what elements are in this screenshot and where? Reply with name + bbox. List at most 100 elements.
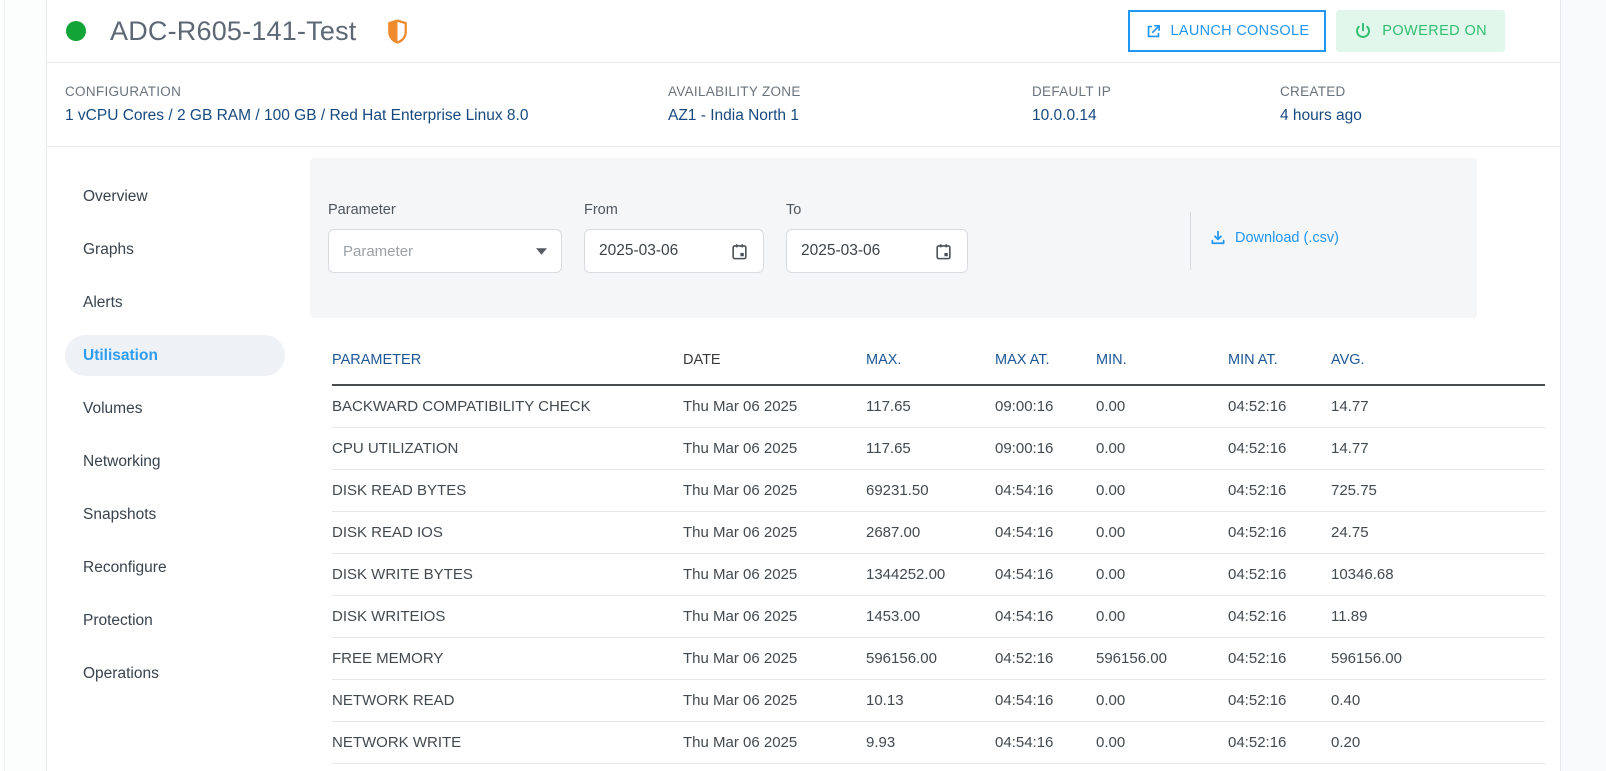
- to-date-input[interactable]: [801, 242, 901, 260]
- filter-panel: Parameter Parameter From 2025-03-06 To 2…: [310, 158, 1477, 318]
- table-cell: 04:54:16: [995, 511, 1096, 554]
- sidebar-item-label: Graphs: [83, 240, 134, 258]
- page-right-gutter: [1560, 0, 1606, 771]
- table-cell: 04:52:16: [1228, 679, 1331, 722]
- table-cell: Thu Mar 06 2025: [683, 511, 866, 554]
- parameter-select[interactable]: Parameter: [328, 229, 562, 273]
- sidebar-item-networking[interactable]: Networking: [47, 435, 310, 488]
- table-cell: 9.93: [866, 721, 995, 764]
- table-cell: Thu Mar 06 2025: [683, 679, 866, 722]
- table-cell: FREE MEMORY: [332, 637, 683, 680]
- launch-console-button[interactable]: LAUNCH CONSOLE: [1127, 10, 1327, 52]
- from-label: From: [584, 202, 618, 218]
- utilisation-pane: Parameter Parameter From 2025-03-06 To 2…: [310, 158, 1560, 764]
- table-cell: 0.00: [1096, 427, 1228, 470]
- table-cell: 0.40: [1331, 679, 1545, 722]
- sidebar-item-label: Snapshots: [83, 505, 157, 523]
- sidebar-nav: Overview Graphs Alerts Utilisation Volumes Ne…: [47, 158, 310, 764]
- power-status-icon: [66, 21, 86, 41]
- table-cell: 14.77: [1331, 385, 1545, 428]
- chevron-down-icon: [536, 247, 547, 255]
- table-cell: NETWORK WRITE: [332, 721, 683, 764]
- download-icon: [1209, 229, 1227, 247]
- launch-console-label: LAUNCH CONSOLE: [1170, 23, 1310, 39]
- info-value: 4 hours ago: [1280, 107, 1362, 124]
- table-cell: 0.00: [1096, 679, 1228, 722]
- table-row: CPU UTILIZATION Thu Mar 06 2025 117.65 09:0…: [332, 427, 1545, 470]
- table-cell: 10.13: [866, 679, 995, 722]
- table-cell: 10346.68: [1331, 553, 1545, 596]
- to-date-field[interactable]: [786, 229, 968, 273]
- info-bar: CONFIGURATION 1 vCPU Cores / 2 GB RAM / …: [47, 63, 1560, 147]
- table-cell: DISK WRITE BYTES: [332, 553, 683, 596]
- table-cell: 0.00: [1096, 511, 1228, 554]
- sidebar-item-alerts[interactable]: Alerts: [47, 276, 310, 329]
- vm-detail-page: ADC-R605-141-Test LAUNCH CONSOLE POWERED…: [0, 0, 1606, 771]
- table-cell: 09:00:16: [995, 385, 1096, 428]
- table-cell: 1453.00: [866, 595, 995, 638]
- table-cell: 04:52:16: [1228, 385, 1331, 428]
- calendar-icon[interactable]: [934, 242, 953, 261]
- calendar-icon[interactable]: [730, 242, 749, 261]
- sidebar-item-graphs[interactable]: Graphs: [47, 223, 310, 276]
- column-header-avg[interactable]: AVG.: [1331, 342, 1545, 386]
- table-cell: NETWORK READ: [332, 679, 683, 722]
- page-left-strip: [0, 0, 5, 771]
- table-cell: 14.77: [1331, 427, 1545, 470]
- sidebar-item-snapshots[interactable]: Snapshots: [47, 488, 310, 541]
- vm-title: ADC-R605-141-Test: [110, 15, 357, 46]
- page-left-gutter: [6, 0, 47, 771]
- table-cell: 04:54:16: [995, 721, 1096, 764]
- column-header-min[interactable]: MIN.: [1096, 342, 1228, 386]
- table-cell: 04:52:16: [1228, 595, 1331, 638]
- table-cell: 09:00:16: [995, 427, 1096, 470]
- table-cell: Thu Mar 06 2025: [683, 637, 866, 680]
- table-cell: 04:52:16: [1228, 637, 1331, 680]
- table-cell: DISK WRITEIOS: [332, 595, 683, 638]
- table-cell: 11.89: [1331, 595, 1545, 638]
- column-header-max[interactable]: MAX.: [866, 342, 995, 386]
- table-cell: Thu Mar 06 2025: [683, 595, 866, 638]
- info-label: CONFIGURATION: [65, 84, 182, 99]
- parameter-label: Parameter: [328, 202, 396, 218]
- info-value: 1 vCPU Cores / 2 GB RAM / 100 GB / Red H…: [65, 107, 529, 124]
- download-csv-link[interactable]: Download (.csv): [1209, 228, 1339, 248]
- column-header-parameter[interactable]: PARAMETER: [332, 342, 683, 386]
- from-date-field[interactable]: [584, 229, 764, 273]
- info-availability-zone: AVAILABILITY ZONE AZ1 - India North 1: [668, 84, 1032, 125]
- powered-on-button[interactable]: POWERED ON: [1336, 10, 1505, 52]
- info-value: 10.0.0.14: [1032, 107, 1097, 124]
- table-cell: 04:54:16: [995, 595, 1096, 638]
- sidebar-item-label: Alerts: [83, 293, 123, 311]
- sidebar-item-protection[interactable]: Protection: [47, 594, 310, 647]
- info-value: AZ1 - India North 1: [668, 107, 799, 124]
- sidebar-item-operations[interactable]: Operations: [47, 647, 310, 700]
- sidebar-item-reconfigure[interactable]: Reconfigure: [47, 541, 310, 594]
- sidebar-item-overview[interactable]: Overview: [47, 170, 310, 223]
- from-date-input[interactable]: [599, 242, 699, 260]
- table-cell: 0.20: [1331, 721, 1545, 764]
- sidebar-item-utilisation[interactable]: Utilisation: [65, 335, 285, 376]
- sidebar-item-volumes[interactable]: Volumes: [47, 382, 310, 435]
- column-header-min-at[interactable]: MIN AT.: [1228, 342, 1331, 386]
- table-cell: 0.00: [1096, 553, 1228, 596]
- table-row: FREE MEMORY Thu Mar 06 2025 596156.00 04:52…: [332, 637, 1545, 680]
- info-label: AVAILABILITY ZONE: [668, 84, 801, 99]
- table-row: DISK WRITEIOS Thu Mar 06 2025 1453.00 04:54…: [332, 595, 1545, 638]
- external-link-icon: [1145, 23, 1162, 40]
- table-cell: 04:52:16: [1228, 469, 1331, 512]
- table-cell: 04:52:16: [1228, 427, 1331, 470]
- table-cell: 04:52:16: [1228, 511, 1331, 554]
- column-header-max-at[interactable]: MAX AT.: [995, 342, 1096, 386]
- shield-icon: [387, 18, 408, 45]
- table-cell: 0.00: [1096, 385, 1228, 428]
- table-cell: DISK READ BYTES: [332, 469, 683, 512]
- table-cell: Thu Mar 06 2025: [683, 427, 866, 470]
- table-cell: 04:54:16: [995, 679, 1096, 722]
- table-row: DISK READ IOS Thu Mar 06 2025 2687.00 04:54…: [332, 511, 1545, 554]
- info-default-ip: DEFAULT IP 10.0.0.14: [1032, 84, 1280, 125]
- table-cell: 725.75: [1331, 469, 1545, 512]
- sidebar-item-label: Protection: [83, 611, 153, 629]
- column-header-date: DATE: [683, 342, 866, 386]
- table-cell: Thu Mar 06 2025: [683, 721, 866, 764]
